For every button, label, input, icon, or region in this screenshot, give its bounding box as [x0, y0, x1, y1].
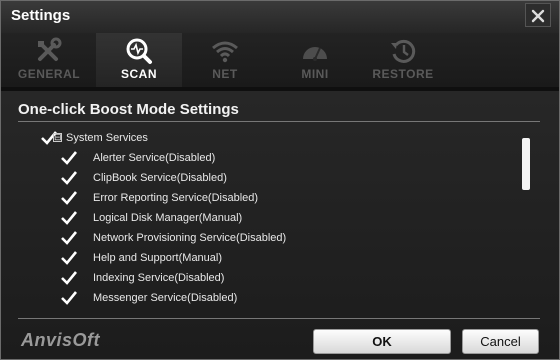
list-item-label: Error Reporting Service(Disabled): [93, 192, 259, 204]
tab-general[interactable]: GENERAL: [6, 33, 92, 87]
list-item-label: Messenger Service(Disabled): [93, 292, 238, 304]
checkmark-icon[interactable]: [60, 170, 78, 186]
magnifier-pulse-icon: [126, 38, 152, 64]
scrollbar-thumb[interactable]: [522, 138, 530, 190]
list-item[interactable]: Error Reporting Service(Disabled): [18, 189, 518, 209]
wifi-icon: [212, 41, 238, 63]
checkmark-icon[interactable]: [60, 270, 78, 286]
tab-net-label: NET: [212, 67, 238, 81]
checkmark-icon[interactable]: [60, 290, 78, 306]
list-item-label: Indexing Service(Disabled): [93, 272, 225, 284]
tab-bar: GENERAL SCAN NET MINI RESTORE: [1, 33, 559, 87]
list-item[interactable]: Messenger Service(Disabled): [18, 289, 518, 309]
list-item[interactable]: Indexing Service(Disabled): [18, 269, 518, 289]
list-item-label: ClipBook Service(Disabled): [93, 172, 227, 184]
list-item-label: Help and Support(Manual): [93, 252, 223, 264]
tree-group-label: System Services: [66, 132, 148, 144]
cancel-button[interactable]: Cancel: [462, 329, 539, 354]
checkmark-icon[interactable]: [60, 150, 78, 166]
list-item[interactable]: Logical Disk Manager(Manual): [18, 209, 518, 229]
checkmark-icon[interactable]: [60, 250, 78, 266]
tab-scan-label: SCAN: [120, 67, 157, 81]
tab-mini-label: MINI: [301, 67, 329, 81]
tools-icon: [38, 37, 62, 61]
checkmark-icon[interactable]: [60, 210, 78, 226]
ok-button[interactable]: OK: [313, 329, 451, 354]
restore-clock-icon: [391, 39, 416, 63]
anvisoft-logo: AnvisOft: [21, 330, 101, 350]
list-item[interactable]: ClipBook Service(Disabled): [18, 169, 518, 189]
tab-mini[interactable]: MINI: [272, 33, 358, 87]
section-divider: [18, 121, 540, 122]
tab-general-label: GENERAL: [17, 67, 81, 81]
list-item[interactable]: Alerter Service(Disabled): [18, 149, 518, 169]
tab-restore-label: RESTORE: [372, 67, 434, 81]
section-title: One-click Boost Mode Settings: [18, 101, 239, 118]
speedometer-icon: [303, 47, 327, 61]
services-tree[interactable]: ⊟ System Services Alerter Service(Disabl…: [18, 127, 540, 313]
collapse-toggle[interactable]: ⊟: [53, 133, 62, 142]
checkmark-icon[interactable]: [60, 190, 78, 206]
footer-divider: [18, 318, 540, 319]
tree-group-system-services[interactable]: ⊟ System Services: [18, 129, 518, 149]
tab-restore[interactable]: RESTORE: [360, 33, 446, 87]
checkmark-icon[interactable]: [60, 230, 78, 246]
window-title: Settings: [11, 7, 71, 24]
list-item-label: Alerter Service(Disabled): [93, 152, 216, 164]
list-item[interactable]: Network Provisioning Service(Disabled): [18, 229, 518, 249]
close-icon: [531, 9, 545, 23]
close-button[interactable]: [525, 3, 551, 27]
list-item[interactable]: Help and Support(Manual): [18, 249, 518, 269]
title-bar: Settings: [1, 1, 559, 33]
tab-scan[interactable]: SCAN: [96, 33, 182, 87]
list-item-label: Logical Disk Manager(Manual): [93, 212, 243, 224]
list-item-label: Network Provisioning Service(Disabled): [93, 232, 287, 244]
tab-net[interactable]: NET: [182, 33, 268, 87]
tab-divider: [1, 87, 559, 91]
settings-window: Settings GENERAL SCAN NET MINI RESTORE O…: [0, 0, 560, 360]
